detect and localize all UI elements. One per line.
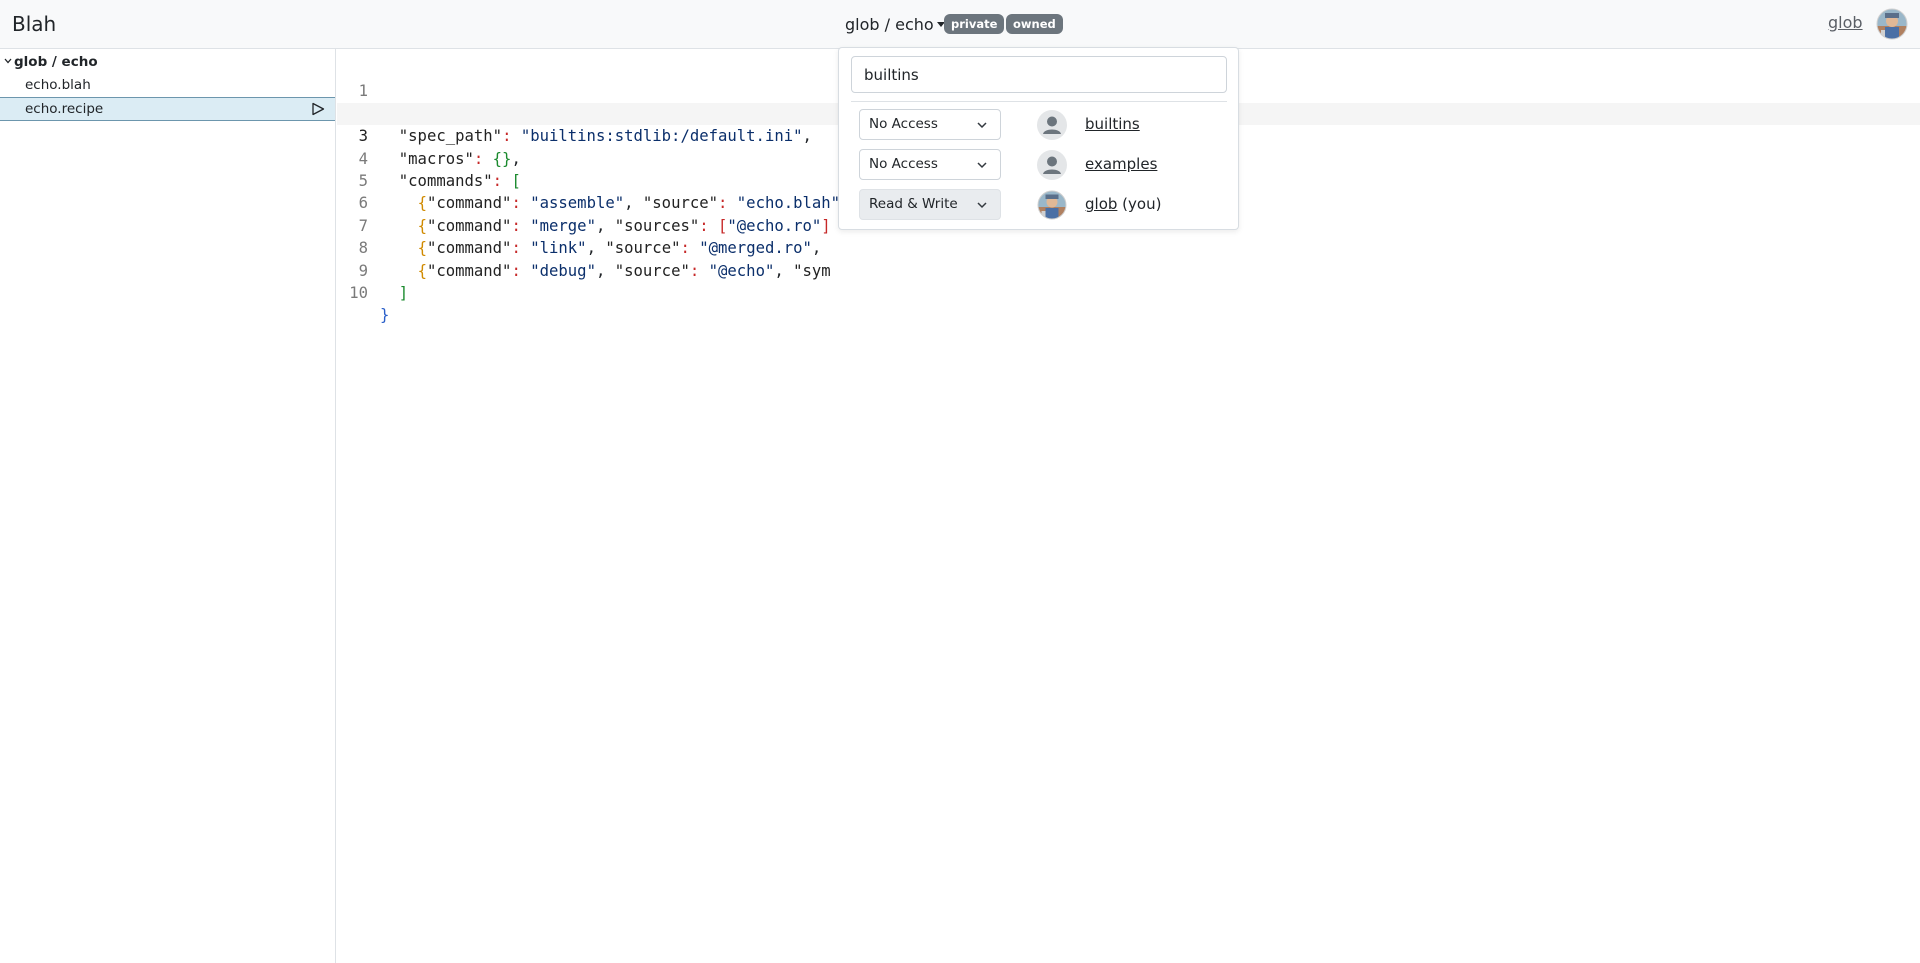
file-item-echo-recipe[interactable]: echo.recipe [0,97,335,121]
file-item-echo-blah[interactable]: echo.blah [0,73,335,97]
access-select[interactable]: No Access [859,149,1001,180]
access-select-value: Read & Write [869,196,958,212]
project-name: glob / echo [845,15,934,34]
code-text: } [380,306,390,325]
user-name: examples [1085,155,1157,173]
user-name: builtins [1085,115,1140,133]
file-tree-panel: glob / echo echo.blah echo.recipe [0,49,336,963]
play-icon[interactable] [311,102,325,116]
access-select[interactable]: Read & Write [859,189,1001,220]
ownership-badge: owned [1006,14,1063,34]
user-link[interactable]: builtins [1085,115,1140,133]
code-line: 10 } [337,260,1920,324]
user-avatar [1037,190,1067,220]
chevron-down-icon [977,202,987,209]
permission-row: No Access examples [859,149,1229,181]
chevron-down-icon[interactable] [4,57,12,65]
chevron-down-icon [977,122,987,129]
project-switcher[interactable]: glob / echo [845,15,945,34]
user-search-input[interactable] [851,56,1227,93]
permission-row: No Access builtins [859,109,1229,141]
access-select-value: No Access [869,116,938,132]
tree-root-folder[interactable]: glob / echo [4,51,98,73]
file-label: echo.recipe [25,101,104,117]
person-icon [1037,150,1067,180]
user-suffix: (you) [1117,195,1162,213]
code-text: ] [398,284,409,302]
user-avatar[interactable] [1876,8,1908,40]
file-label: echo.blah [25,77,91,93]
divider [851,101,1227,102]
access-select[interactable]: No Access [859,109,1001,140]
access-select-value: No Access [869,156,938,172]
visibility-badge: private [944,14,1005,34]
chevron-down-icon [977,162,987,169]
user-link[interactable]: glob [1085,195,1117,213]
top-navbar: Blah glob / echo private owned glob [0,0,1920,49]
tree-root-label: glob / echo [14,54,98,70]
user-name: glob (you) [1085,195,1161,213]
user-link[interactable]: examples [1085,155,1157,173]
app-brand[interactable]: Blah [12,12,56,36]
user-link[interactable]: glob [1828,13,1863,32]
person-icon [1037,110,1067,140]
code-line: 9 ] [337,237,1920,302]
share-popover: No Access builtins No Access examples Re… [838,47,1239,230]
permission-row: Read & Write glob (you) [859,189,1229,221]
line-number: 10 [349,284,368,302]
